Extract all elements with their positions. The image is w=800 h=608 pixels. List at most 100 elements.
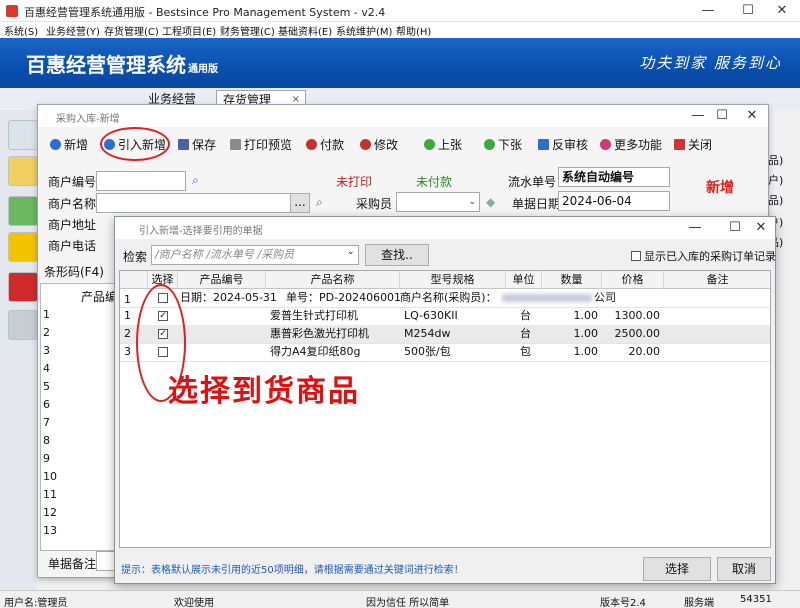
row-number: 3 [43,344,50,357]
purchase-close-button[interactable]: ✕ [732,107,772,125]
serial-no-label: 流水单号 [508,175,557,189]
product-unit: 包 [520,345,531,358]
product-qty: 1.00 [573,327,599,340]
save-button[interactable]: 保存 [178,136,216,154]
cancel-button[interactable]: 取消 [717,557,771,581]
bill-date-label: 单据日期 [512,197,561,211]
product-unit: 台 [520,327,531,340]
menu-help[interactable]: 帮助(H) [396,23,431,38]
toolbox-button-4[interactable] [8,232,38,262]
dialog-minimize-button[interactable]: — [675,219,715,237]
toolbox-button-1[interactable] [8,120,38,150]
status-bar: 用户名:管理员 欢迎使用 因为信任 所以简单 版本号2.4 服务端 54351 [0,590,800,608]
print-preview-label: 打印预览 [244,138,293,152]
column-header-price[interactable]: 价格 [602,271,664,289]
tools-icon [360,139,371,150]
product-spec: LQ-630KII [404,309,458,322]
purchaser-select[interactable]: ⌄ [396,192,480,212]
select-button[interactable]: 选择 [643,557,711,581]
unreview-button[interactable]: 反审核 [538,136,588,154]
show-stocked-checkbox[interactable] [631,251,641,261]
product-unit: 台 [520,309,531,322]
toolbox-button-2[interactable] [8,156,38,186]
status-version: 版本号2.4 [600,598,646,608]
close-doc-icon [674,139,685,150]
find-button[interactable]: 查找.. [365,244,429,266]
print-preview-button[interactable]: 打印预览 [230,136,292,154]
print-status: 未打印 [336,175,373,189]
column-header-name[interactable]: 产品名称 [266,271,400,289]
menu-basic-data[interactable]: 基础资料(E) [278,23,332,38]
column-header-unit[interactable]: 单位 [506,271,542,289]
purchaser-label: 采购员 [356,197,393,211]
menu-system[interactable]: 系统(S) [4,23,38,38]
serial-no-input[interactable]: 系统自动编号 [558,167,670,187]
row-number: 5 [43,380,50,393]
remark-input[interactable] [96,551,116,571]
dialog-close-button[interactable]: ✕ [741,219,781,237]
merchant-code-input[interactable] [96,171,186,191]
edit-button[interactable]: 修改 [360,136,398,154]
highlight-ellipse-import [100,127,170,161]
search-icon[interactable]: ⌕ [192,173,199,188]
product-name: 得力A4复印纸80g [270,345,361,358]
column-header-spec[interactable]: 型号规格 [400,271,506,289]
bill-date-input[interactable]: 2024-06-04 [558,191,670,211]
minimize-button[interactable]: — [688,2,728,20]
menu-bar: 系统(S) 业务经营(Y) 存货管理(C) 工程项目(E) 财务管理(C) 基础… [0,22,800,38]
browse-button[interactable]: ... [290,193,310,213]
next-button[interactable]: 下张 [484,136,522,154]
toolbox-button-5[interactable] [8,272,38,302]
purchase-window-title-bar: 采购入库-新增 — ☐ ✕ [38,105,768,127]
next-label: 下张 [498,138,523,152]
eraser-icon[interactable]: ◆ [486,195,495,209]
add-button[interactable]: 新增 [50,136,88,154]
menu-business[interactable]: 业务经营(Y) [46,23,100,38]
arrow-left-icon [424,139,435,150]
row-number: 3 [124,345,131,358]
pay-button[interactable]: 付款 [306,136,344,154]
menu-inventory[interactable]: 存货管理(C) [104,23,159,38]
app-banner: 百惠经营管理系统 通用版 功夫到家 服务到心 [0,38,800,88]
close-button[interactable]: ✕ [762,2,800,20]
product-name: 爱普生针式打印机 [270,309,358,322]
close-doc-button[interactable]: 关闭 [674,136,712,154]
status-slogan: 因为信任 所以简单 [366,598,450,608]
product-qty: 1.00 [573,345,599,358]
row-number: 1 [124,309,131,322]
merchant-name-input[interactable] [96,193,310,213]
toolbox-button-6[interactable] [8,310,38,340]
coins-icon [306,139,317,150]
grid-icon [600,139,611,150]
barcode-label: 条形码(F4) [44,265,104,279]
prev-button[interactable]: 上张 [424,136,462,154]
search-combo[interactable]: /商户名称 /流水单号 /采购员 [151,245,359,265]
merchant-code-label: 商户编号 [48,175,97,189]
column-header-remark[interactable]: 备注 [664,271,770,289]
arrow-right-icon [484,139,495,150]
group-row-date: 日期：2024-05-31 [180,291,277,304]
pay-label: 付款 [320,138,345,152]
right-label-2: 户) [768,174,784,187]
table-row[interactable]: 2 ✓ 惠普彩色激光打印机 M254dw 台 1.00 2500.00 [120,325,770,343]
row-number: 13 [43,524,57,537]
row-number: 7 [43,416,50,429]
show-stocked-label: 显示已入库的采购订单记录 [644,250,776,263]
column-header-index [120,271,148,289]
app-icon [6,5,18,17]
search-icon[interactable]: ⌕ [316,195,323,210]
remark-label: 单据备注 [48,557,97,571]
menu-maintenance[interactable]: 系统维护(M) [336,23,392,38]
chevron-down-icon[interactable]: ⌄ [347,247,355,257]
payment-status: 未付款 [416,175,453,189]
toolbox-button-3[interactable] [8,196,38,226]
menu-project[interactable]: 工程项目(E) [162,23,216,38]
floppy-icon [178,139,189,150]
more-button[interactable]: 更多功能 [600,136,662,154]
product-price: 1300.00 [614,309,661,322]
prev-label: 上张 [438,138,463,152]
annotation-text: 选择到货商品 [168,374,360,409]
column-header-code[interactable]: 产品编号 [178,271,266,289]
column-header-qty[interactable]: 数量 [542,271,602,289]
menu-finance[interactable]: 财务管理(C) [220,23,275,38]
